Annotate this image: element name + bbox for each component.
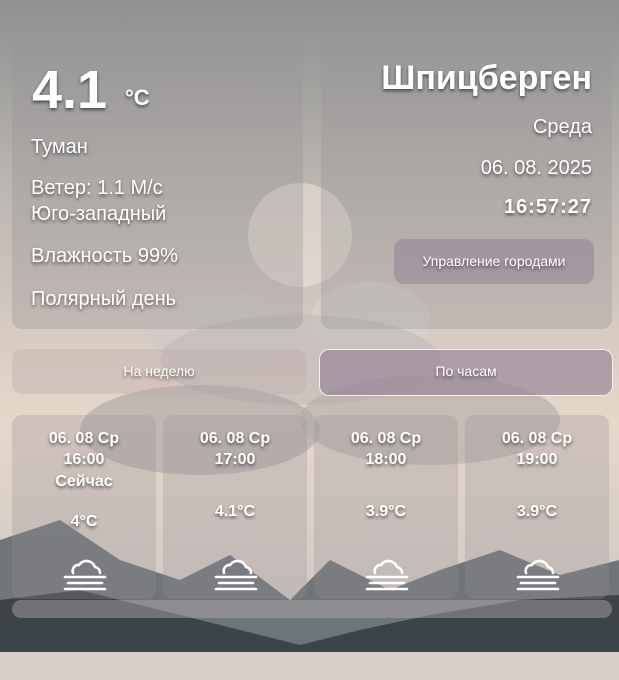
hourly-scrollbar[interactable]: [12, 600, 612, 618]
fog-icon: [516, 559, 560, 591]
weekday: Среда: [532, 116, 592, 138]
hourly-now-label: Сейчас: [55, 473, 113, 490]
fog-icon: [365, 559, 409, 591]
wind-direction: Юго-западный: [31, 203, 167, 225]
manage-cities-button[interactable]: Управление городами: [394, 239, 594, 284]
location-card: Шпицберген Среда 06. 08. 2025 16:57:27 У…: [321, 41, 612, 329]
hourly-temperature: 3.9°C: [516, 503, 558, 520]
humidity: Влажность 99%: [31, 245, 178, 267]
temperature-unit: °C: [125, 85, 150, 110]
hourly-date: 06. 08 Ср: [350, 430, 422, 447]
hourly-temperature: 4°C: [70, 513, 98, 530]
clock: 16:57:27: [503, 196, 592, 218]
current-weather-card: 4.1 °C Туман Ветер: 1.1 М/с Юго-западный…: [12, 41, 303, 329]
hourly-date: 06. 08 Ср: [48, 430, 120, 447]
hourly-time: 18:00: [365, 451, 407, 468]
date: 06. 08. 2025: [480, 157, 592, 179]
hourly-date: 06. 08 Ср: [199, 430, 271, 447]
tab-week[interactable]: На неделю: [12, 349, 306, 394]
hourly-card: 06. 08 Ср 19:00 3.9°C: [465, 415, 609, 599]
hourly-card: 06. 08 Ср 16:00 Сейчас 4°C: [12, 415, 156, 599]
tab-hourly[interactable]: По часам: [319, 349, 613, 396]
wind-speed: Ветер: 1.1 М/с: [31, 177, 163, 199]
hourly-time: 17:00: [214, 451, 256, 468]
daylight-status: Полярный день: [31, 288, 177, 310]
city-name: Шпицберген: [381, 59, 592, 97]
weather-condition: Туман: [31, 136, 88, 158]
hourly-time: 19:00: [516, 451, 558, 468]
hourly-date: 06. 08 Ср: [501, 430, 573, 447]
hourly-card: 06. 08 Ср 17:00 4.1°C: [163, 415, 307, 599]
fog-icon: [63, 559, 107, 591]
hourly-card: 06. 08 Ср 18:00 3.9°C: [314, 415, 458, 599]
fog-icon: [214, 559, 258, 591]
hourly-temperature: 3.9°C: [365, 503, 407, 520]
current-temperature: 4.1: [32, 60, 108, 120]
hourly-temperature: 4.1°C: [214, 503, 256, 520]
hourly-time: 16:00: [63, 451, 105, 468]
